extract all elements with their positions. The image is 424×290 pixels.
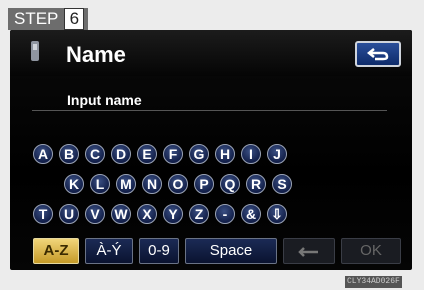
- key-hyphen[interactable]: -: [215, 204, 235, 224]
- key-v[interactable]: V: [85, 204, 105, 224]
- key-u[interactable]: U: [59, 204, 79, 224]
- key-shift-down-icon[interactable]: ⇩: [267, 204, 287, 224]
- key-z[interactable]: Z: [189, 204, 209, 224]
- phone-icon: [31, 41, 39, 61]
- key-b[interactable]: B: [59, 144, 79, 164]
- key-ampersand[interactable]: &: [241, 204, 261, 224]
- key-f[interactable]: F: [163, 144, 183, 164]
- key-i[interactable]: I: [241, 144, 261, 164]
- image-code: CLY34AD026F: [345, 276, 402, 288]
- key-l[interactable]: L: [90, 174, 110, 194]
- key-c[interactable]: C: [85, 144, 105, 164]
- page-title: Name: [66, 42, 126, 67]
- key-o[interactable]: O: [168, 174, 188, 194]
- key-m[interactable]: M: [116, 174, 136, 194]
- back-arrow-icon: [366, 48, 389, 61]
- input-field-line[interactable]: [32, 110, 387, 111]
- digits-mode-button[interactable]: 0-9: [139, 238, 179, 264]
- key-x[interactable]: X: [137, 204, 157, 224]
- az-mode-button[interactable]: A-Z: [33, 238, 79, 264]
- ok-button[interactable]: OK: [341, 238, 401, 264]
- key-p[interactable]: P: [194, 174, 214, 194]
- key-a[interactable]: A: [33, 144, 53, 164]
- key-d[interactable]: D: [111, 144, 131, 164]
- key-h[interactable]: H: [215, 144, 235, 164]
- key-s[interactable]: S: [272, 174, 292, 194]
- key-t[interactable]: T: [33, 204, 53, 224]
- key-g[interactable]: G: [189, 144, 209, 164]
- key-w[interactable]: W: [111, 204, 131, 224]
- step-text: STEP: [14, 9, 59, 28]
- key-j[interactable]: J: [267, 144, 287, 164]
- step-label: STEP 6: [8, 8, 89, 30]
- key-k[interactable]: K: [64, 174, 84, 194]
- space-button[interactable]: Space: [185, 238, 277, 264]
- key-q[interactable]: Q: [220, 174, 240, 194]
- display-screen: Name Input name A B C D E F G H I J K L …: [10, 30, 412, 270]
- backspace-arrow-icon: [298, 247, 318, 257]
- input-name-label: Input name: [67, 92, 142, 108]
- backspace-button[interactable]: [283, 238, 335, 264]
- key-y[interactable]: Y: [163, 204, 183, 224]
- key-n[interactable]: N: [142, 174, 162, 194]
- back-button[interactable]: [355, 41, 401, 67]
- header-bar: Name: [10, 30, 412, 76]
- key-e[interactable]: E: [137, 144, 157, 164]
- accent-mode-button[interactable]: À-Ý: [85, 238, 133, 264]
- step-number: 6: [64, 8, 85, 30]
- key-r[interactable]: R: [246, 174, 266, 194]
